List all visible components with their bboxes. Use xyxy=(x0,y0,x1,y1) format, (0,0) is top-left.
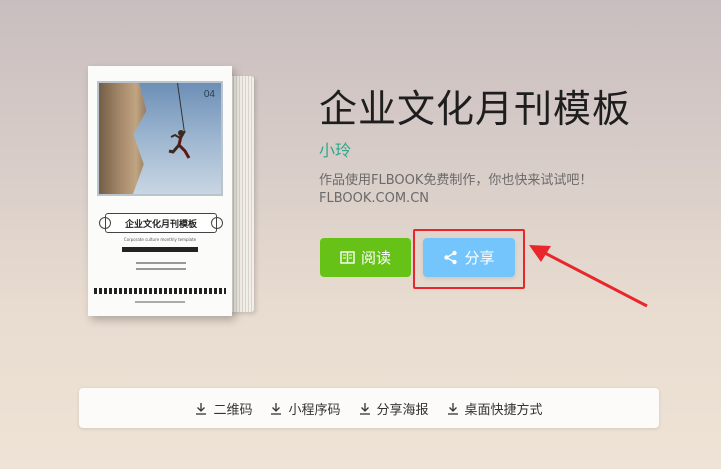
cover-subtitle: Corporate culture monthly template xyxy=(123,237,197,242)
cover-footer-line xyxy=(88,301,232,303)
download-icon xyxy=(196,402,207,415)
download-qrcode-label: 二维码 xyxy=(213,402,253,418)
red-arrow-annotation xyxy=(529,245,648,308)
cliff-image xyxy=(99,83,147,194)
download-icon xyxy=(271,402,282,415)
cover-black-bar xyxy=(122,247,198,252)
read-button-label: 阅读 xyxy=(360,249,391,267)
read-button[interactable]: 阅读 xyxy=(320,238,411,277)
climber-image xyxy=(168,130,191,159)
book-cover: 04 企业文化月刊模板 Corporate culture monthly te… xyxy=(88,66,232,316)
download-share-poster[interactable]: 分享海报 xyxy=(359,399,429,418)
download-qrcode[interactable]: 二维码 xyxy=(195,399,252,418)
author-name[interactable]: 小玲 xyxy=(319,137,351,161)
description-url[interactable]: FLBOOK.COM.CN xyxy=(319,190,592,208)
download-desktop-shortcut-label: 桌面快捷方式 xyxy=(464,402,543,418)
download-miniprogram-label: 小程序码 xyxy=(288,402,341,418)
download-share-poster-label: 分享海报 xyxy=(376,402,429,418)
download-icon xyxy=(359,402,370,415)
cover-title-banner: 企业文化月刊模板 xyxy=(99,213,223,233)
description: 作品使用FLBOOK免费制作，你也快来试试吧！ FLBOOK.COM.CN xyxy=(319,172,592,208)
rope-image xyxy=(177,83,185,131)
cover-text-lines xyxy=(136,262,186,274)
download-desktop-shortcut[interactable]: 桌面快捷方式 xyxy=(447,399,543,418)
highlight-box xyxy=(413,229,525,289)
issue-number: 04 xyxy=(203,89,215,100)
download-icon xyxy=(447,402,458,415)
cover-photo: 04 xyxy=(97,81,223,196)
download-miniprogram-code[interactable]: 小程序码 xyxy=(270,399,341,418)
cover-pattern-strip xyxy=(94,288,226,294)
book-cover-preview[interactable]: 04 企业文化月刊模板 Corporate culture monthly te… xyxy=(88,66,260,318)
download-options-bar: 二维码 小程序码 分享海报 桌面快捷方式 xyxy=(79,388,659,428)
book-icon xyxy=(340,251,355,264)
description-line: 作品使用FLBOOK免费制作，你也快来试试吧！ xyxy=(319,173,593,188)
page-title: 企业文化月刊模板 xyxy=(319,87,632,131)
